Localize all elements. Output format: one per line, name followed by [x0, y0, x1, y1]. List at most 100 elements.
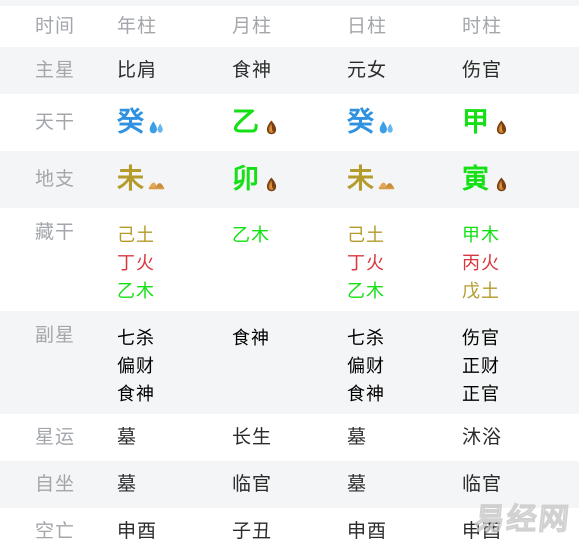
cell-空亡-col3: 申酉 [347, 522, 462, 541]
cell-主星-col1: 比肩 [117, 61, 232, 80]
stack-line: 食神 [232, 328, 270, 349]
cell-星运-col4: 沐浴 [462, 428, 577, 447]
stack-line: 戊土 [462, 281, 500, 302]
row-label-cell: 地支 [0, 170, 117, 189]
water-droplets-icon [377, 115, 396, 134]
table-row: 藏干 己土 丁火 乙木 乙木 己土 丁火 乙木 甲木 丙火 戊土 [0, 208, 579, 311]
cell-地支-col3: 未 [347, 166, 462, 193]
stack-line: 己土 [347, 225, 385, 246]
pillar-cell: 未 [117, 166, 232, 193]
cell-value: 申酉 [347, 520, 388, 542]
stack-line: 己土 [117, 225, 155, 246]
header-column-label: 年柱 [117, 15, 158, 37]
row-label-text: 藏干 [35, 221, 76, 243]
cell-天干-col2: 乙 [232, 109, 347, 136]
cell-自坐-col3: 墓 [347, 475, 462, 494]
cell-主星-col3: 元女 [347, 61, 462, 80]
row-label-cell: 主星 [0, 61, 117, 80]
stack-line: 丙火 [462, 253, 500, 274]
table-row: 天干 癸 乙 癸 甲 [0, 94, 579, 151]
cell-value: 墓 [117, 426, 138, 448]
pillar-character: 未 [117, 164, 144, 195]
cell-藏干-col4: 甲木 丙火 戊土 [462, 222, 577, 306]
cell-副星-col2: 食神 [232, 325, 347, 409]
table-header-row: 时间 年柱 月柱 日柱 时柱 [0, 6, 579, 47]
cell-副星-col4: 伤官 正财 正官 [462, 325, 577, 409]
earth-mound-icon [377, 172, 396, 191]
pillar-character: 卯 [232, 164, 259, 195]
stack-line: 偏财 [347, 356, 385, 377]
header-label-cell: 时间 [0, 17, 117, 36]
cell-value: 子丑 [232, 520, 273, 542]
row-label-cell: 自坐 [0, 475, 117, 494]
pillar-cell: 甲 [462, 109, 577, 136]
stack-line: 乙木 [232, 225, 270, 246]
pillar-character: 未 [347, 164, 374, 195]
stack-line: 乙木 [117, 281, 155, 302]
cell-value: 墓 [347, 426, 368, 448]
cell-value: 临官 [232, 473, 273, 495]
cell-value: 食神 [232, 59, 273, 81]
stack-line: 七杀 [347, 328, 385, 349]
stack-line: 正官 [462, 384, 500, 405]
pillar-character: 乙 [232, 107, 259, 138]
stack-line: 甲木 [462, 225, 500, 246]
cell-value: 临官 [462, 473, 503, 495]
pillar-cell: 癸 [347, 109, 462, 136]
cell-主星-col4: 伤官 [462, 61, 577, 80]
cell-藏干-col1: 己土 丁火 乙木 [117, 222, 232, 306]
pillar-character: 癸 [347, 107, 374, 138]
header-label-text: 时间 [35, 15, 76, 37]
cell-主星-col2: 食神 [232, 61, 347, 80]
row-label-text: 星运 [35, 426, 76, 448]
header-column-2: 月柱 [232, 17, 347, 36]
table-row: 主星 比肩 食神 元女 伤官 [0, 47, 579, 94]
stack-line: 丁火 [347, 253, 385, 274]
water-droplets-icon [147, 115, 166, 134]
pillar-cell: 未 [347, 166, 462, 193]
stack-line: 乙木 [347, 281, 385, 302]
cell-天干-col3: 癸 [347, 109, 462, 136]
stack-line: 正财 [462, 356, 500, 377]
row-label-text: 主星 [35, 59, 76, 81]
cell-副星-col1: 七杀 偏财 食神 [117, 325, 232, 409]
bazi-pillars-table: 时间 年柱 月柱 日柱 时柱 主星 比肩 食神 元女 伤官 天干癸乙癸甲地支未卯未寅藏干 己土 丁火 乙木… [0, 0, 579, 555]
wood-log-icon [262, 172, 281, 192]
row-label-text: 空亡 [35, 520, 76, 542]
cell-星运-col3: 墓 [347, 428, 462, 447]
row-label-cell: 藏干 [0, 222, 117, 242]
cell-地支-col4: 寅 [462, 166, 577, 193]
table-row: 地支 未 卯 未 寅 [0, 151, 579, 208]
header-column-4: 时柱 [462, 17, 577, 36]
cell-value: 伤官 [462, 59, 503, 81]
stack-line: 食神 [347, 384, 385, 405]
cell-value: 申酉 [462, 520, 503, 542]
cell-value: 沐浴 [462, 426, 503, 448]
table-row: 副星 七杀 偏财 食神 食神 七杀 偏财 食神 伤官 正财 正官 [0, 311, 579, 414]
row-label-text: 天干 [35, 111, 76, 133]
cell-自坐-col2: 临官 [232, 475, 347, 494]
cell-藏干-col3: 己土 丁火 乙木 [347, 222, 462, 306]
pillar-character: 癸 [117, 107, 144, 138]
cell-天干-col1: 癸 [117, 109, 232, 136]
table-row: 星运 墓 长生 墓 沐浴 [0, 414, 579, 461]
cell-自坐-col4: 临官 [462, 475, 577, 494]
row-label-cell: 空亡 [0, 522, 117, 541]
cell-天干-col4: 甲 [462, 109, 577, 136]
header-column-label: 月柱 [232, 15, 273, 37]
cell-value: 比肩 [117, 59, 158, 81]
cell-星运-col1: 墓 [117, 428, 232, 447]
stack-line: 七杀 [117, 328, 155, 349]
pillar-cell: 癸 [117, 109, 232, 136]
wood-log-icon [262, 115, 281, 135]
stack-line: 丁火 [117, 253, 155, 274]
table-row: 自坐 墓 临官 墓 临官 [0, 461, 579, 508]
row-label-cell: 副星 [0, 325, 117, 345]
row-label-text: 地支 [35, 168, 76, 190]
row-label-cell: 星运 [0, 428, 117, 447]
cell-value: 墓 [117, 473, 138, 495]
row-label-text: 自坐 [35, 473, 76, 495]
cell-value: 元女 [347, 59, 388, 81]
cell-空亡-col4: 申酉 [462, 522, 577, 541]
cell-value: 申酉 [117, 520, 158, 542]
